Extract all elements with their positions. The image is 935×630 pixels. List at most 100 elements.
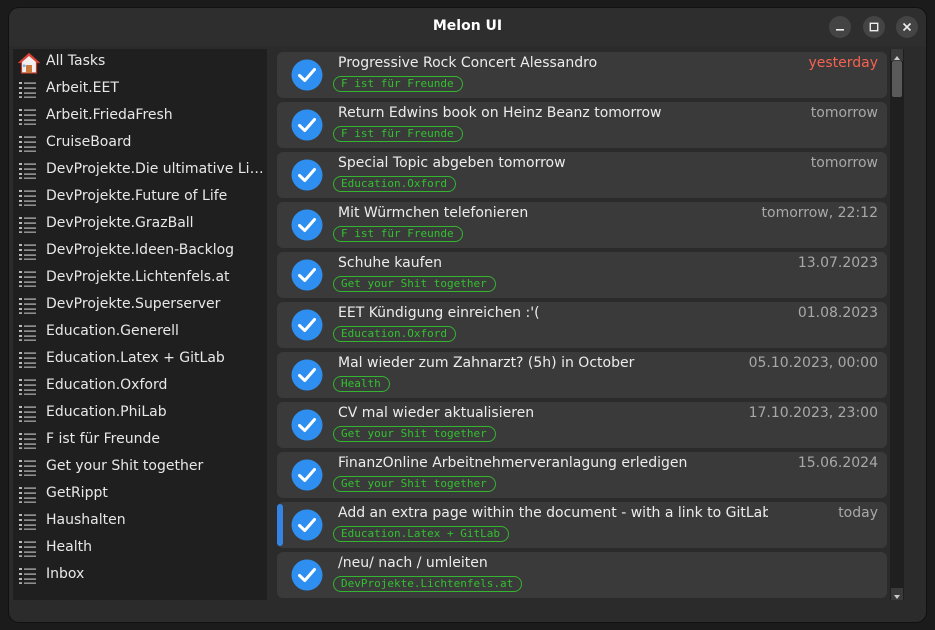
list-icon	[18, 511, 38, 531]
task-project-tag[interactable]: Get your Shit together	[333, 276, 496, 292]
sidebar-item[interactable]: Health	[13, 535, 267, 562]
checkbox-checked-icon[interactable]	[291, 109, 323, 141]
minimize-icon	[836, 29, 844, 31]
task-title: EET Kündigung einreichen :'(	[338, 305, 540, 321]
checkbox-checked-icon[interactable]	[291, 259, 323, 291]
task-row[interactable]: EET Kündigung einreichen :'(01.08.2023 Ed…	[277, 302, 887, 348]
task-row[interactable]: Mal wieder zum Zahnarzt? (5h) in October…	[277, 352, 887, 398]
checkbox-checked-icon[interactable]	[291, 159, 323, 191]
sidebar-item[interactable]: All Tasks	[13, 49, 267, 76]
sidebar-item[interactable]: Inbox	[13, 562, 267, 589]
task-title: Mit Würmchen telefonieren	[338, 205, 529, 221]
task-due-date: 15.06.2024	[797, 455, 878, 471]
list-icon	[18, 457, 38, 477]
list-icon	[18, 322, 38, 342]
task-row[interactable]: Mit Würmchen telefonieren tomorrow, 22:12…	[277, 202, 887, 248]
sidebar-item[interactable]: Education.Oxford	[13, 373, 267, 400]
sidebar-item-label: Get your Shit together	[46, 458, 204, 474]
list-icon	[18, 133, 38, 153]
checkbox-checked-icon[interactable]	[291, 559, 323, 591]
task-project-tag[interactable]: Education.Oxford	[333, 326, 456, 342]
sidebar-item-label: Arbeit.EET	[46, 80, 119, 96]
task-list: Progressive Rock Concert Alessandro yeste…	[275, 49, 889, 600]
close-icon	[902, 22, 912, 32]
sidebar-item[interactable]: Education.Latex + GitLab	[13, 346, 267, 373]
list-icon	[18, 565, 38, 585]
sidebar-item-label: CruiseBoard	[46, 134, 132, 150]
minimize-button[interactable]	[829, 16, 851, 38]
sidebar-item-label: Education.Oxford	[46, 377, 168, 393]
task-row[interactable]: Special Topic abgeben tomorrow tomorrow Ed…	[277, 152, 887, 198]
checkbox-checked-icon[interactable]	[291, 59, 323, 91]
sidebar-item[interactable]: DevProjekte.Future of Life	[13, 184, 267, 211]
sidebar-item-label: Education.Latex + GitLab	[46, 350, 225, 366]
checkbox-checked-icon[interactable]	[291, 459, 323, 491]
sidebar-item[interactable]: DevProjekte.GrazBall	[13, 211, 267, 238]
maximize-button[interactable]	[863, 16, 885, 38]
sidebar-item[interactable]: DevProjekte.Superserver	[13, 292, 267, 319]
checkbox-checked-icon[interactable]	[291, 509, 323, 541]
checkbox-checked-icon[interactable]	[291, 409, 323, 441]
task-row[interactable]: Progressive Rock Concert Alessandro yeste…	[277, 52, 887, 98]
sidebar-item[interactable]: CruiseBoard	[13, 130, 267, 157]
sidebar-item-label: GetRippt	[46, 485, 108, 501]
project-sidebar: All Tasks Arbeit.EET Arbeit.FriedaFresh Cru…	[13, 49, 267, 600]
title-bar[interactable]: Melon UI	[9, 8, 926, 46]
list-icon	[18, 484, 38, 504]
task-project-tag[interactable]: Education.Latex + GitLab	[333, 526, 509, 542]
task-project-tag[interactable]: Get your Shit together	[333, 476, 496, 492]
checkbox-checked-icon[interactable]	[291, 209, 323, 241]
home-icon	[17, 52, 41, 74]
task-project-tag[interactable]: F ist für Freunde	[333, 126, 463, 142]
task-due-date: 05.10.2023, 00:00	[748, 355, 878, 371]
close-button[interactable]	[896, 16, 918, 38]
task-row[interactable]: Return Edwins book on Heinz Beanz tomorr…	[277, 102, 887, 148]
list-icon	[18, 214, 38, 234]
sidebar-item[interactable]: Education.PhiLab	[13, 400, 267, 427]
sidebar-item-label: Haushalten	[46, 512, 126, 528]
task-title: Progressive Rock Concert Alessandro	[338, 55, 598, 71]
list-icon	[18, 160, 38, 180]
task-list-scrollbar[interactable]	[890, 49, 904, 600]
task-project-tag[interactable]: F ist für Freunde	[333, 76, 463, 92]
sidebar-item[interactable]: Education.Generell	[13, 319, 267, 346]
sidebar-item[interactable]: DevProjekte.Ideen-Backlog	[13, 238, 267, 265]
checkbox-checked-icon[interactable]	[291, 359, 323, 391]
list-icon	[18, 349, 38, 369]
sidebar-item[interactable]: DevProjekte.Lichtenfels.at	[13, 265, 267, 292]
sidebar-item[interactable]: Get your Shit together	[13, 454, 267, 481]
sidebar-item[interactable]: DevProjekte.Die ultimative Lin…	[13, 157, 267, 184]
list-icon	[18, 241, 38, 261]
task-row[interactable]: Schuhe kaufen 13.07.2023 Get your Shit tog…	[277, 252, 887, 298]
task-project-tag[interactable]: DevProjekte.Lichtenfels.at	[333, 576, 523, 592]
checkbox-checked-icon[interactable]	[291, 309, 323, 341]
scroll-thumb[interactable]	[892, 61, 902, 97]
sidebar-item[interactable]: Haushalten	[13, 508, 267, 535]
sidebar-item[interactable]: Arbeit.EET	[13, 76, 267, 103]
task-due-date: 13.07.2023	[797, 255, 878, 271]
sidebar-item-label: Inbox	[46, 566, 85, 582]
maximize-icon	[869, 22, 879, 32]
task-project-tag[interactable]: Get your Shit together	[333, 426, 496, 442]
task-project-tag[interactable]: Education.Oxford	[333, 176, 456, 192]
task-row[interactable]: Add an extra page within the document - …	[277, 502, 887, 548]
sidebar-item-label: Education.PhiLab	[46, 404, 167, 420]
sidebar-item[interactable]: Arbeit.FriedaFresh	[13, 103, 267, 130]
scroll-up-button[interactable]	[891, 49, 903, 61]
task-row[interactable]: /neu/ nach / umleiten DevProjekte.Lichten…	[277, 552, 887, 598]
sidebar-item[interactable]: GetRippt	[13, 481, 267, 508]
sidebar-item-label: Arbeit.FriedaFresh	[46, 107, 173, 123]
list-icon	[18, 376, 38, 396]
list-icon	[18, 538, 38, 558]
task-project-tag[interactable]: Health	[333, 376, 390, 392]
sidebar-item[interactable]: F ist für Freunde	[13, 427, 267, 454]
task-row[interactable]: FinanzOnline Arbeitnehmerveranlagung erl…	[277, 452, 887, 498]
scroll-down-button[interactable]	[891, 588, 903, 600]
sidebar-item-label: Education.Generell	[46, 323, 179, 339]
task-title: Mal wieder zum Zahnarzt? (5h) in October	[338, 355, 635, 371]
task-row[interactable]: CV mal wieder aktualisieren 17.10.2023, 2…	[277, 402, 887, 448]
task-project-tag[interactable]: F ist für Freunde	[333, 226, 463, 242]
task-title: Schuhe kaufen	[338, 255, 442, 271]
arrow-down-icon	[894, 595, 900, 599]
task-due-date: yesterday	[808, 55, 878, 71]
